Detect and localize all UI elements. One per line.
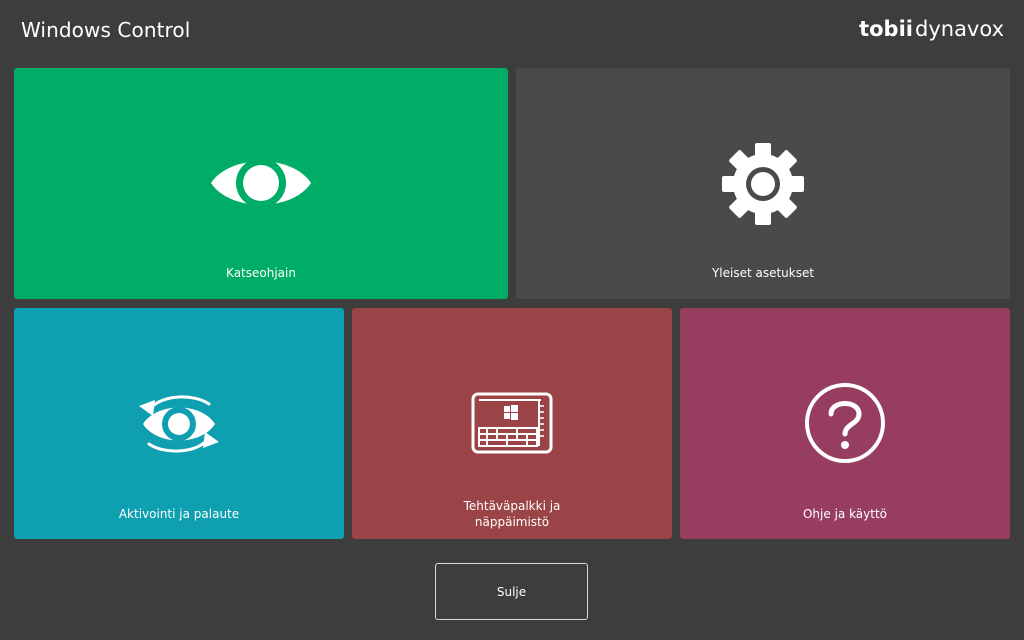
- taskbar-keyboard-icon: [471, 392, 553, 454]
- eye-icon: [211, 158, 311, 208]
- taskbar-keyboard-label-line2: näppäimistö: [474, 515, 550, 529]
- activation-feedback-tile[interactable]: Aktivointi ja palaute: [14, 308, 344, 539]
- gaze-interaction-label: Katseohjain: [226, 266, 296, 280]
- taskbar-keyboard-label: Tehtäväpalkki ja näppäimistö: [352, 498, 672, 530]
- gear-icon: [722, 143, 804, 225]
- brand-logo-part2: dynavox: [915, 17, 1004, 41]
- brand-logo: tobiidynavox: [859, 17, 1004, 41]
- gaze-interaction-tile[interactable]: Katseohjain: [14, 68, 508, 299]
- general-settings-tile[interactable]: Yleiset asetukset: [516, 68, 1010, 299]
- question-icon: [805, 383, 885, 463]
- help-usage-label: Ohje ja käyttö: [802, 507, 888, 521]
- taskbar-keyboard-label-line1: Tehtäväpalkki ja: [463, 499, 561, 513]
- eye-refresh-icon: [139, 395, 219, 453]
- taskbar-keyboard-tile[interactable]: Tehtäväpalkki ja näppäimistö: [352, 308, 672, 539]
- app-title: Windows Control: [21, 18, 191, 42]
- activation-feedback-label: Aktivointi ja palaute: [118, 507, 240, 521]
- windows-control-app: Windows Control tobiidynavox Katseohjain: [0, 0, 1024, 640]
- close-button[interactable]: Sulje: [435, 563, 588, 620]
- brand-logo-part1: tobii: [859, 17, 913, 41]
- help-usage-tile[interactable]: Ohje ja käyttö: [680, 308, 1010, 539]
- general-settings-label: Yleiset asetukset: [711, 266, 815, 280]
